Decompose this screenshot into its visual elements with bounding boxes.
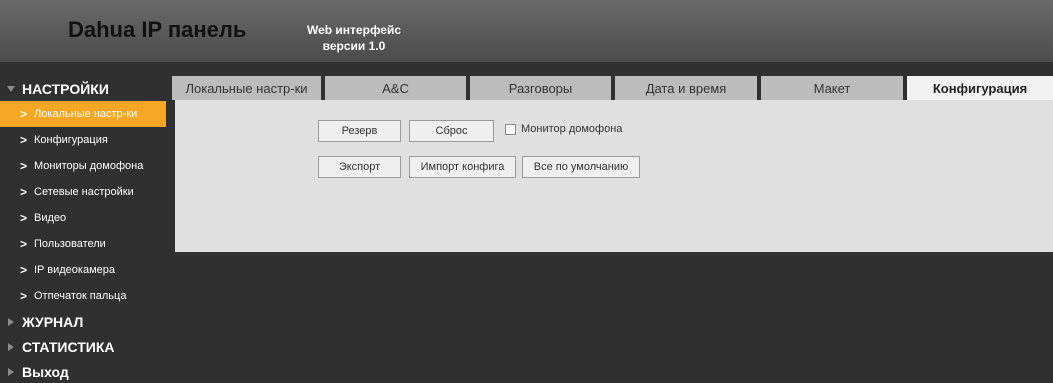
monitor-checkbox-label: Монитор домофона xyxy=(521,123,623,135)
sidebar-section-label: ЖУРНАЛ xyxy=(22,313,84,330)
sidebar-item-intercom-monitors[interactable]: > Мониторы домофона xyxy=(0,153,172,179)
triangle-down-icon xyxy=(0,85,22,92)
tab-ac[interactable]: A&C xyxy=(325,76,470,100)
tab-local-settings[interactable]: Локальные настр-ки xyxy=(172,76,325,100)
sidebar: НАСТРОЙКИ > Локальные настр-ки > Конфигу… xyxy=(0,62,172,383)
export-button[interactable]: Экспорт xyxy=(318,156,401,178)
header-sub-line1: Web интерфейс xyxy=(306,23,402,37)
sidebar-item-configuration[interactable]: > Конфигурация xyxy=(0,127,172,153)
chevron-right-icon: > xyxy=(20,159,28,173)
sidebar-section-label: НАСТРОЙКИ xyxy=(22,80,109,97)
chevron-right-icon: > xyxy=(20,107,28,121)
sidebar-item-label: Отпечаток пальца xyxy=(34,290,127,302)
sidebar-item-local-settings[interactable]: > Локальные настр-ки xyxy=(0,101,166,127)
header: Dahua IP панель Web интерфейс версии 1.0 xyxy=(0,0,1053,62)
sidebar-section-statistics[interactable]: СТАТИСТИКА xyxy=(0,334,172,359)
monitor-checkbox-row[interactable]: Монитор домофона xyxy=(505,123,622,135)
sidebar-section-journal[interactable]: ЖУРНАЛ xyxy=(0,309,172,334)
sidebar-section-settings[interactable]: НАСТРОЙКИ xyxy=(0,76,172,101)
monitor-checkbox[interactable] xyxy=(505,123,516,135)
sidebar-section-label: СТАТИСТИКА xyxy=(22,338,115,355)
sidebar-section-exit[interactable]: Выход xyxy=(0,359,172,383)
sidebar-item-label: Конфигурация xyxy=(34,134,108,146)
app-logo: Dahua IP панель xyxy=(68,17,247,42)
sidebar-item-label: Сетевые настройки xyxy=(34,186,134,198)
tab-configuration[interactable]: Конфигурация xyxy=(907,76,1053,100)
sidebar-item-label: Мониторы домофона xyxy=(34,160,144,172)
backup-button[interactable]: Резерв xyxy=(318,120,401,142)
tab-layout[interactable]: Макет xyxy=(761,76,907,100)
sidebar-item-label: Видео xyxy=(34,212,67,224)
import-config-button[interactable]: Импорт конфига xyxy=(409,156,516,178)
sidebar-item-label: IP видеокамера xyxy=(34,264,115,276)
chevron-right-icon: > xyxy=(20,289,28,303)
sidebar-item-users[interactable]: > Пользователи xyxy=(0,231,172,257)
sidebar-section-label: Выход xyxy=(22,363,69,380)
sidebar-item-network-settings[interactable]: > Сетевые настройки xyxy=(0,179,172,205)
tab-bar: Локальные настр-ки A&C Разговоры Дата и … xyxy=(172,76,1053,100)
header-sub-line2: версии 1.0 xyxy=(322,39,386,53)
sidebar-item-fingerprint[interactable]: > Отпечаток пальца xyxy=(0,283,172,309)
reset-button[interactable]: Сброс xyxy=(409,120,494,142)
header-version: Web интерфейс версии 1.0 xyxy=(298,22,410,54)
chevron-right-icon: > xyxy=(20,263,28,277)
all-defaults-button[interactable]: Все по умолчанию xyxy=(522,156,640,178)
chevron-right-icon: > xyxy=(20,185,28,199)
chevron-right-icon: > xyxy=(20,133,28,147)
sidebar-item-ip-camera[interactable]: > IP видеокамера xyxy=(0,257,172,283)
sidebar-item-label: Локальные настр-ки xyxy=(34,108,138,120)
config-panel: Резерв Сброс Монитор домофона Экспорт Им… xyxy=(175,100,1053,252)
chevron-right-icon: > xyxy=(20,211,28,225)
triangle-right-icon xyxy=(0,342,22,351)
tab-calls[interactable]: Разговоры xyxy=(470,76,615,100)
sidebar-item-label: Пользователи xyxy=(34,238,106,250)
triangle-right-icon xyxy=(0,367,22,376)
tab-date-time[interactable]: Дата и время xyxy=(615,76,761,100)
triangle-right-icon xyxy=(0,317,22,326)
sidebar-item-video[interactable]: > Видео xyxy=(0,205,172,231)
chevron-right-icon: > xyxy=(20,237,28,251)
